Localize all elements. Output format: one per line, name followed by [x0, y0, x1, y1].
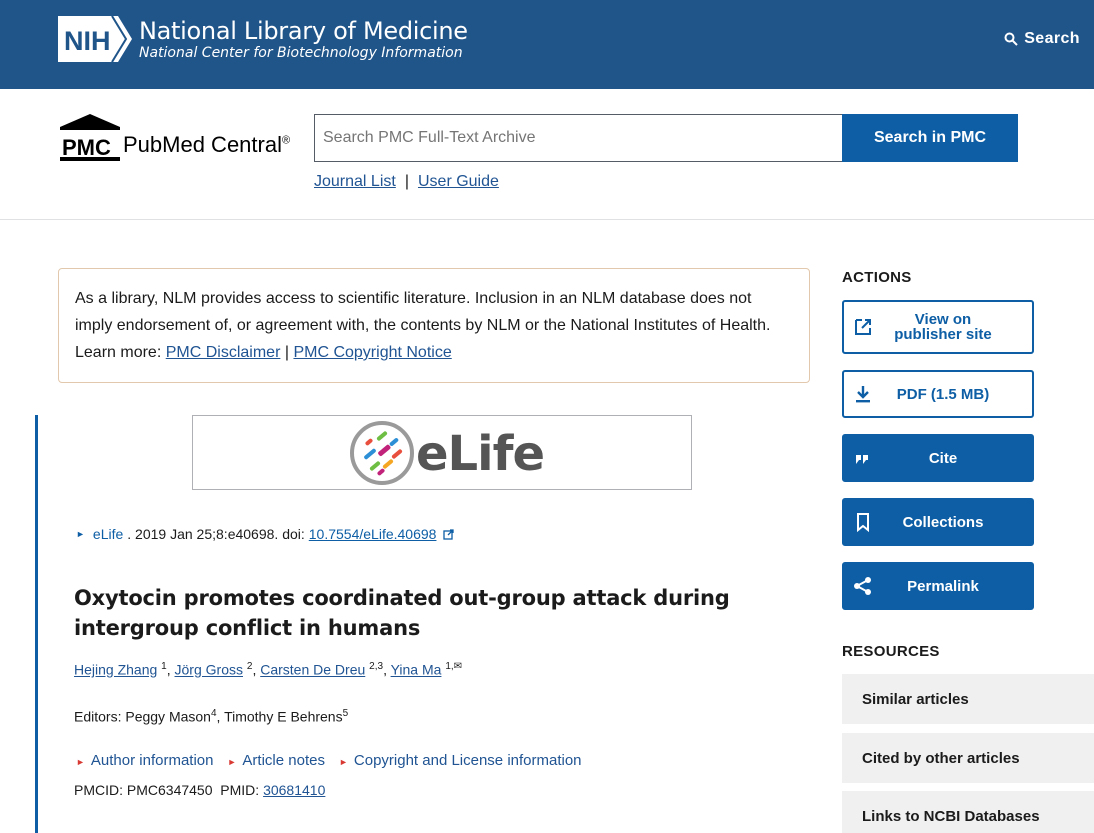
- collections-label: Collections: [902, 513, 984, 531]
- download-icon: [856, 386, 870, 403]
- article-identifiers: PMCID: PMC6347450 PMID: 30681410: [74, 782, 325, 798]
- author-link[interactable]: Yina Ma: [391, 662, 442, 678]
- nlm-header: NIH National Library of Medicine Nationa…: [0, 0, 1094, 89]
- quote-icon: [856, 455, 868, 464]
- cited-by-item[interactable]: Cited by other articles: [842, 733, 1094, 783]
- view-publisher-button[interactable]: View on publisher site: [842, 300, 1034, 354]
- pmcid-label: PMCID:: [74, 782, 127, 798]
- svg-text:NIH: NIH: [64, 26, 111, 56]
- pmc-header: PMC PubMed Central® Search in PMC Journa…: [0, 89, 1094, 220]
- expand-triangle-icon: ►: [76, 757, 85, 767]
- author-affiliation: 1,: [445, 661, 454, 672]
- author-affiliation: 2: [246, 661, 253, 672]
- ncbi-links-item[interactable]: Links to NCBI Databases: [842, 791, 1094, 833]
- pmcid-value: PMC6347450: [126, 782, 213, 798]
- copyright-license-toggle[interactable]: ► Copyright and License information: [339, 752, 582, 769]
- editor-affiliation: 5: [342, 708, 349, 719]
- mail-icon[interactable]: ✉: [454, 661, 462, 672]
- info-link-label: Copyright and License information: [353, 752, 582, 769]
- article-accent-bar: [35, 415, 38, 833]
- article-info-links: ► Author information ► Article notes ► Copy…: [76, 752, 582, 769]
- view-line2: publisher site: [894, 326, 992, 343]
- elife-logo-text: eLife: [416, 426, 545, 482]
- pdf-download-button[interactable]: PDF (1.5 MB): [842, 370, 1034, 418]
- pmc-disclaimer-link[interactable]: PMC Disclaimer: [166, 344, 281, 361]
- resources-heading: RESOURCES: [842, 643, 940, 660]
- editor-name: Peggy Mason: [125, 708, 211, 725]
- author-link[interactable]: Hejing Zhang: [74, 662, 157, 678]
- svg-text:PMC: PMC: [62, 135, 111, 160]
- info-link-label: Article notes: [242, 752, 325, 769]
- journal-banner[interactable]: eLife: [192, 415, 692, 490]
- editor-name: Timothy E Behrens: [224, 708, 343, 725]
- author-affiliation: 1: [161, 661, 167, 672]
- nih-logo[interactable]: NIH: [58, 16, 132, 62]
- nlm-search-button[interactable]: Search: [1004, 30, 1080, 48]
- author-list: Hejing Zhang 1, Jörg Gross 2, Carsten De…: [74, 661, 463, 678]
- search-in-pmc-button[interactable]: Search in PMC: [842, 114, 1018, 162]
- pmc-name[interactable]: PubMed Central®: [123, 132, 290, 158]
- editors-label: Editors:: [74, 708, 126, 725]
- permalink-label: Permalink: [907, 577, 979, 595]
- external-link-icon: [855, 319, 871, 335]
- article-citation: ► eLife. 2019 Jan 25;8:e40698. doi: 10.7…: [76, 526, 455, 542]
- view-line1: View on: [914, 311, 972, 328]
- link-separator: |: [404, 173, 409, 190]
- disclaimer-text: As a library, NLM provides access to sci…: [75, 290, 771, 334]
- elife-logo-icon: [350, 421, 414, 485]
- expand-triangle-icon: ►: [227, 757, 237, 767]
- pmc-copyright-link[interactable]: PMC Copyright Notice: [293, 344, 451, 361]
- editor-list: Editors: Peggy Mason4, Timothy E Behrens…: [74, 708, 349, 725]
- pmc-logo[interactable]: PMC: [58, 113, 122, 163]
- disclaimer-separator: |: [284, 344, 289, 361]
- citation-text: . 2019 Jan 25;8:e40698. doi:: [127, 526, 305, 542]
- learn-more-label: Learn more:: [75, 344, 162, 361]
- bookmark-icon: [857, 513, 869, 533]
- pmc-sub-links: Journal List | User Guide: [314, 173, 499, 191]
- user-guide-link[interactable]: User Guide: [418, 173, 499, 191]
- external-link-icon: [443, 528, 455, 540]
- library-disclaimer: As a library, NLM provides access to sci…: [58, 268, 810, 383]
- cite-label: Cite: [928, 449, 958, 467]
- journal-list-link[interactable]: Journal List: [314, 173, 396, 191]
- nlm-search-label: Search: [1024, 30, 1080, 47]
- actions-heading: ACTIONS: [842, 269, 912, 286]
- registered-mark: ®: [281, 134, 291, 147]
- author-affiliation: 2,3: [369, 661, 384, 672]
- expand-triangle-icon: ►: [338, 757, 348, 767]
- info-link-label: Author information: [90, 752, 214, 769]
- permalink-button[interactable]: Permalink: [842, 562, 1034, 610]
- editor-affiliation: 4: [210, 708, 217, 719]
- expand-triangle-icon[interactable]: ►: [76, 529, 85, 539]
- author-information-toggle[interactable]: ► Author information: [76, 752, 214, 769]
- search-icon: [1004, 32, 1018, 46]
- article-notes-toggle[interactable]: ► Article notes: [228, 752, 325, 769]
- author-link[interactable]: Jörg Gross: [175, 662, 243, 678]
- pmid-label: PMID:: [220, 782, 264, 798]
- cite-button[interactable]: Cite: [842, 434, 1034, 482]
- doi-link[interactable]: 10.7554/eLife.40698: [309, 526, 437, 542]
- author-link[interactable]: Carsten De Dreu: [260, 662, 365, 678]
- collections-button[interactable]: Collections: [842, 498, 1034, 546]
- similar-articles-item[interactable]: Similar articles: [842, 674, 1094, 724]
- nlm-subtitle: National Center for Biotechnology Inform…: [139, 45, 463, 61]
- pmc-search-input[interactable]: [314, 114, 843, 162]
- nlm-title[interactable]: National Library of Medicine: [139, 17, 468, 45]
- article-title: Oxytocin promotes coordinated out-group …: [74, 586, 730, 640]
- pdf-label: PDF (1.5 MB): [896, 385, 990, 403]
- pmid-link[interactable]: 30681410: [263, 782, 325, 798]
- share-icon: [854, 577, 871, 595]
- journal-link[interactable]: eLife: [93, 526, 123, 542]
- pmc-name-text: PubMed Central: [123, 132, 282, 157]
